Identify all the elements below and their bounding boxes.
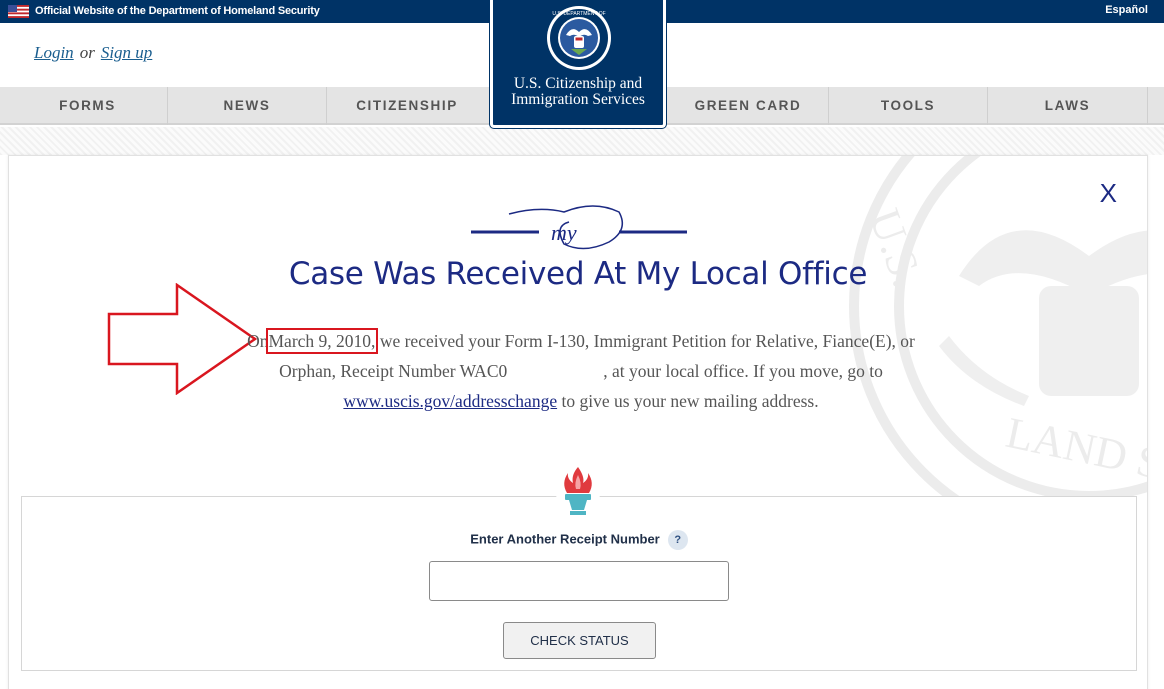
- language-toggle-link[interactable]: Español: [1105, 4, 1148, 16]
- nav-item-citizenship[interactable]: CITIZENSHIP: [327, 87, 487, 125]
- nav-item-news[interactable]: NEWS: [168, 87, 327, 125]
- close-button[interactable]: X: [1100, 178, 1117, 209]
- nav-item-forms[interactable]: FORMS: [8, 87, 168, 125]
- red-arrow-annotation: [107, 283, 257, 395]
- address-change-link[interactable]: www.uscis.gov/addresschange: [343, 391, 557, 411]
- dhs-seal-icon: U.S. DEPARTMENT OF: [547, 6, 611, 70]
- login-link[interactable]: Login: [34, 43, 74, 62]
- desc-part2: , at your local office. If you move, go …: [603, 361, 883, 381]
- svg-text:U.S. DEPARTMENT OF: U.S. DEPARTMENT OF: [552, 11, 605, 17]
- signup-link[interactable]: Sign up: [101, 43, 152, 62]
- nav-item-laws[interactable]: LAWS: [988, 87, 1148, 125]
- logo-text-line1: U.S. Citizenship and: [513, 75, 643, 92]
- case-status-card: LAND SECU U.S. X my Case Was Received At…: [8, 155, 1148, 689]
- receipt-label-row: Enter Another Receipt Number?: [22, 530, 1136, 550]
- my-uscis-script-logo: my: [471, 205, 687, 250]
- gov-banner-text: Official Website of the Department of Ho…: [35, 5, 320, 17]
- logo-text-line2: Immigration Services: [511, 91, 645, 108]
- help-icon[interactable]: ?: [667, 530, 688, 550]
- receipt-search-panel: Enter Another Receipt Number? CHECK STAT…: [21, 496, 1137, 671]
- uscis-logo[interactable]: U.S. DEPARTMENT OF U.S. Citizenship and …: [490, 0, 666, 128]
- logo-text: U.S. Citizenship and Immigration Service…: [493, 76, 663, 108]
- decorative-strip: [0, 127, 1164, 155]
- nav-item-green-card[interactable]: GREEN CARD: [668, 87, 829, 125]
- us-flag-icon: [8, 5, 29, 18]
- auth-or-text: or: [79, 43, 95, 62]
- receipt-number-label: Enter Another Receipt Number: [470, 531, 660, 547]
- desc-part3: to give us your new mailing address.: [557, 391, 819, 411]
- check-status-button[interactable]: CHECK STATUS: [503, 622, 656, 659]
- svg-text:my: my: [551, 220, 577, 245]
- desc-on: On: [247, 331, 269, 351]
- auth-links: Login or Sign up: [34, 43, 152, 63]
- torch-icon: [556, 467, 600, 515]
- case-status-description: OnMarch 9, 2010, we received your Form I…: [241, 326, 921, 416]
- nav-item-tools[interactable]: TOOLS: [829, 87, 988, 125]
- receipt-number-input[interactable]: [429, 561, 729, 601]
- received-date: March 9, 2010,: [265, 328, 379, 354]
